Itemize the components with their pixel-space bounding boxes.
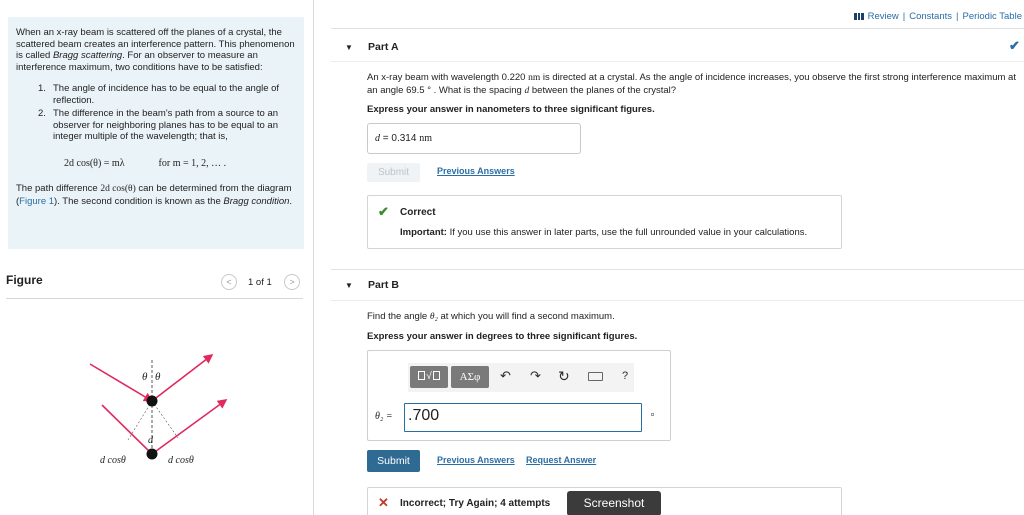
part-b-answer-editor: √ ΑΣφ ↶ ↷ ↻ ? θ₂ = .700 bbox=[367, 350, 671, 441]
part-a-previous-answers-link[interactable]: Previous Answers bbox=[437, 166, 515, 176]
feedback-title: Incorrect; Try Again; 4 attempts bbox=[400, 498, 551, 509]
part-a-question: An x-ray beam with wavelength 0.220 nm i… bbox=[367, 72, 1016, 96]
figure-link[interactable]: Figure 1 bbox=[19, 196, 54, 207]
theta-label-left: θ bbox=[142, 371, 148, 383]
review-link[interactable]: Review bbox=[868, 11, 899, 22]
constants-link[interactable]: Constants bbox=[909, 11, 952, 22]
intro-paragraph: When an x-ray beam is scattered off the … bbox=[16, 27, 295, 73]
part-b-instruction: Express your answer in degrees to three … bbox=[367, 331, 638, 342]
symbols-button[interactable]: ΑΣφ bbox=[451, 366, 489, 388]
redo-icon[interactable]: ↷ bbox=[530, 368, 541, 384]
keyboard-icon[interactable] bbox=[588, 372, 603, 381]
feedback-message: Important: If you use this answer in lat… bbox=[400, 227, 808, 238]
math-toolbar: √ ΑΣφ ↶ ↷ ↻ ? bbox=[408, 363, 634, 392]
conditions-list: 1. The angle of incidence has to be equal… bbox=[16, 83, 296, 143]
feedback-title: Correct bbox=[400, 207, 436, 218]
projection-line-right bbox=[151, 400, 179, 439]
atom-bottom bbox=[146, 448, 158, 460]
reset-icon[interactable]: ↻ bbox=[558, 368, 570, 384]
help-icon[interactable]: ? bbox=[622, 368, 628, 384]
bragg-equation: 2d cos(θ) = mλ for m = 1, 2, … . bbox=[64, 157, 227, 169]
part-b-submit-button[interactable]: Submit bbox=[367, 450, 420, 472]
figure-header: Figure < 1 of 1 > bbox=[6, 271, 303, 299]
part-b-question: Find the angle θ₂ at which you will find… bbox=[367, 311, 615, 322]
part-b-toggle-icon[interactable]: ▼ bbox=[345, 281, 353, 290]
atom-top bbox=[146, 395, 158, 407]
part-b-previous-answers-link[interactable]: Previous Answers bbox=[437, 455, 515, 465]
undo-icon[interactable]: ↶ bbox=[500, 368, 511, 384]
figure-pager-text: 1 of 1 bbox=[248, 277, 272, 288]
part-b-answer-input[interactable]: .700 bbox=[404, 403, 642, 432]
condition-item: 2. The difference in the beam's path from… bbox=[38, 108, 279, 142]
screenshot-button[interactable]: Screenshot bbox=[567, 491, 661, 515]
part-a-answer-display: d = 0.314 nm bbox=[367, 123, 581, 154]
part-b-title[interactable]: Part B bbox=[368, 279, 399, 291]
spacing-label: d bbox=[148, 435, 154, 446]
part-a-toggle-icon[interactable]: ▼ bbox=[345, 43, 353, 52]
incorrect-x-icon: ✕ bbox=[378, 495, 389, 510]
templates-button[interactable]: √ bbox=[410, 366, 448, 388]
previous-figure-button[interactable]: < bbox=[221, 274, 237, 290]
periodic-table-link[interactable]: Periodic Table bbox=[962, 11, 1022, 22]
correct-check-icon: ✔ bbox=[378, 204, 389, 219]
review-grid-icon bbox=[853, 13, 864, 20]
top-links: Review | Constants | Periodic Table bbox=[853, 11, 1022, 22]
intro-panel: When an x-ray beam is scattered off the … bbox=[8, 17, 304, 249]
unit-placeholder-icon[interactable] bbox=[651, 413, 654, 416]
condition-item: 1. The angle of incidence has to be equal… bbox=[38, 83, 280, 106]
answer-variable-label: θ₂ = bbox=[375, 411, 393, 422]
reflected-ray-bottom bbox=[151, 399, 228, 455]
parts-divider bbox=[331, 269, 1024, 270]
dcos-label-right: d cosθ bbox=[168, 455, 194, 466]
column-divider bbox=[313, 0, 314, 515]
template-box-icon bbox=[418, 371, 426, 380]
template-box-icon bbox=[432, 371, 440, 380]
incident-ray-bottom bbox=[101, 404, 153, 455]
part-b-divider bbox=[331, 300, 1024, 301]
reflected-ray-top bbox=[151, 354, 214, 402]
request-answer-link[interactable]: Request Answer bbox=[526, 455, 596, 465]
figure-title: Figure bbox=[6, 273, 43, 287]
part-a-title[interactable]: Part A bbox=[368, 41, 399, 53]
bragg-diagram: θ θ d d cosθ d cosθ bbox=[89, 354, 228, 466]
part-a-submit-button[interactable]: Submit bbox=[367, 163, 420, 182]
path-difference-paragraph: The path difference 2d cos(θ) can be det… bbox=[16, 183, 293, 207]
part-a-divider bbox=[331, 61, 1024, 62]
theta-label-right: θ bbox=[155, 371, 161, 383]
dcos-label-left: d cosθ bbox=[100, 455, 126, 466]
part-a-instruction: Express your answer in nanometers to thr… bbox=[367, 104, 655, 115]
next-figure-button[interactable]: > bbox=[284, 274, 300, 290]
header-divider bbox=[331, 28, 1024, 29]
part-a-feedback: ✔ Correct Important: If you use this ans… bbox=[367, 195, 842, 249]
part-a-complete-check-icon: ✔ bbox=[1009, 38, 1020, 53]
